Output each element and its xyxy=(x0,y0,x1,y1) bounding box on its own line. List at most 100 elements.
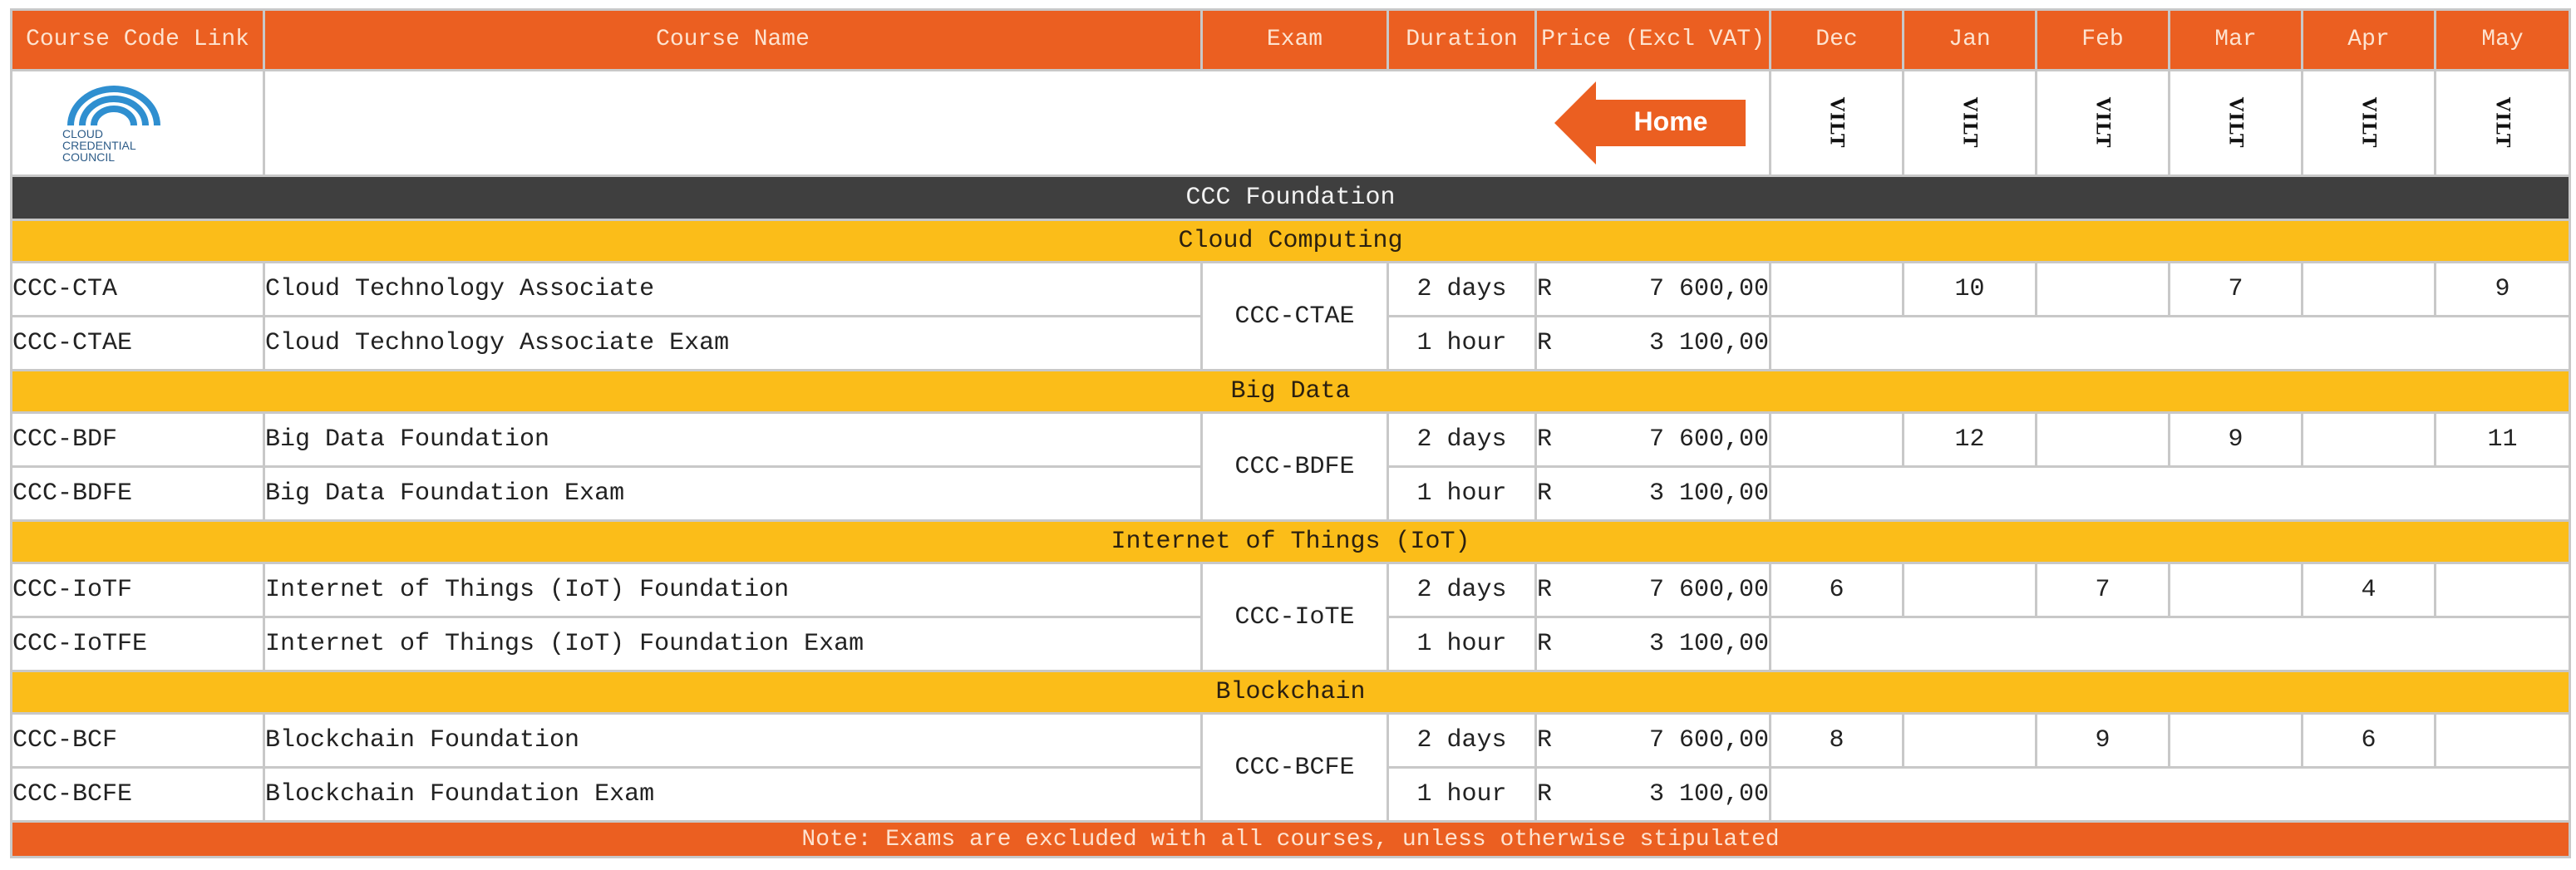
course-name: Cloud Technology Associate xyxy=(263,261,1203,317)
schedule-date xyxy=(1902,712,2037,769)
schedule-date: 7 xyxy=(2168,261,2303,317)
duration: 1 hour xyxy=(1387,766,1537,823)
duration: 1 hour xyxy=(1387,315,1537,371)
duration: 1 hour xyxy=(1387,465,1537,522)
exam-price: R 3 100,00 xyxy=(1534,616,1771,672)
cloud-credential-council-logo: CLOUD CREDENTIAL COUNCIL xyxy=(14,84,262,164)
empty-schedule-cell xyxy=(1769,315,2571,371)
footnote: Note: Exams are excluded with all course… xyxy=(10,820,2571,858)
home-button[interactable]: Home xyxy=(1554,81,1746,165)
currency-symbol: R xyxy=(1537,425,1553,454)
course-row: CCC-IoTF Internet of Things (IoT) Foundat… xyxy=(10,562,2571,672)
schedule-date: 4 xyxy=(2301,562,2436,618)
course-row: CCC-CTA Cloud Technology Associate CCC-CTA… xyxy=(10,261,2571,371)
price-amount: 7 600,00 xyxy=(1648,726,1769,754)
cloud-arc-logo-icon xyxy=(67,85,160,125)
col-header-month: Apr xyxy=(2301,8,2436,71)
section-row: CCC Foundation xyxy=(10,174,2571,221)
delivery-mode-cell: VILT xyxy=(2035,69,2170,177)
course-code-link: CCC-CTAE xyxy=(10,315,265,371)
vilt-label: VILT xyxy=(1958,97,1981,149)
col-header-exam: Exam xyxy=(1200,8,1389,71)
header-row: Course Code Link Course Name Exam Durati… xyxy=(10,8,2571,71)
schedule-date xyxy=(2301,411,2436,468)
schedule-date: 9 xyxy=(2434,261,2571,317)
schedule-date xyxy=(1769,411,1904,468)
exam-price: R 3 100,00 xyxy=(1534,465,1771,522)
category-title: Internet of Things (IoT) xyxy=(10,519,2571,564)
schedule-date: 11 xyxy=(2434,411,2571,468)
vilt-label: VILT xyxy=(2091,97,2114,149)
logo-text-line: CLOUD xyxy=(62,126,104,140)
duration: 2 days xyxy=(1387,411,1537,468)
logo-text-line: COUNCIL xyxy=(62,150,116,164)
note-row: Note: Exams are excluded with all course… xyxy=(10,820,2571,858)
course-code-link: CCC-IoTF xyxy=(10,562,265,618)
schedule-date xyxy=(2168,562,2303,618)
schedule-date: 7 xyxy=(2035,562,2170,618)
price-amount: 7 600,00 xyxy=(1648,576,1769,604)
course-code-link: CCC-BCF xyxy=(10,712,265,769)
category-title: Cloud Computing xyxy=(10,219,2571,263)
course-price: R 7 600,00 xyxy=(1534,562,1771,618)
vilt-label: VILT xyxy=(1825,97,1848,149)
schedule-date xyxy=(1769,261,1904,317)
col-header-price: Price (Excl VAT) xyxy=(1534,8,1771,71)
vilt-label: VILT xyxy=(2491,97,2514,149)
category-title: Big Data xyxy=(10,369,2571,414)
vilt-label: VILT xyxy=(2357,97,2380,149)
schedule-date: 8 xyxy=(1769,712,1904,769)
category-row: Internet of Things (IoT) xyxy=(10,519,2571,564)
col-header-duration: Duration xyxy=(1387,8,1537,71)
course-name: Internet of Things (IoT) Foundation xyxy=(263,562,1203,618)
price-amount: 7 600,00 xyxy=(1648,425,1769,454)
col-header-month: Jan xyxy=(1902,8,2037,71)
price-amount: 3 100,00 xyxy=(1648,479,1769,508)
duration: 2 days xyxy=(1387,562,1537,618)
currency-symbol: R xyxy=(1537,329,1553,357)
schedule-date xyxy=(1902,562,2037,618)
logo-text-line: CREDENTIAL xyxy=(62,138,136,152)
home-cell: Home xyxy=(263,69,1771,177)
category-row: Cloud Computing xyxy=(10,219,2571,263)
currency-symbol: R xyxy=(1537,780,1553,809)
course-name: Blockchain Foundation Exam xyxy=(263,766,1203,823)
schedule-date xyxy=(2168,712,2303,769)
delivery-mode-cell: VILT xyxy=(1902,69,2037,177)
schedule-date xyxy=(2434,562,2571,618)
category-row: Big Data xyxy=(10,369,2571,414)
schedule-date xyxy=(2434,712,2571,769)
duration: 1 hour xyxy=(1387,616,1537,672)
col-header-month: Mar xyxy=(2168,8,2303,71)
section-title: CCC Foundation xyxy=(10,174,2571,221)
home-button-label: Home xyxy=(1633,106,1708,136)
currency-symbol: R xyxy=(1537,275,1553,303)
course-name: Cloud Technology Associate Exam xyxy=(263,315,1203,371)
vilt-label: VILT xyxy=(2224,97,2247,149)
course-code-link: CCC-BDFE xyxy=(10,465,265,522)
course-name: Internet of Things (IoT) Foundation Exam xyxy=(263,616,1203,672)
category-row: Blockchain xyxy=(10,670,2571,715)
course-code-link: CCC-BDF xyxy=(10,411,265,468)
schedule-date: 9 xyxy=(2035,712,2170,769)
price-amount: 3 100,00 xyxy=(1648,630,1769,658)
course-row: CCC-BCF Blockchain Foundation CCC-BCFE 2 da… xyxy=(10,712,2571,823)
course-row: CCC-BDF Big Data Foundation CCC-BDFE 2 days… xyxy=(10,411,2571,522)
exam-code: CCC-BCFE xyxy=(1200,712,1389,823)
schedule-date: 6 xyxy=(1769,562,1904,618)
empty-schedule-cell xyxy=(1769,465,2571,522)
col-header-month: May xyxy=(2434,8,2571,71)
course-code-link: CCC-BCFE xyxy=(10,766,265,823)
price-amount: 7 600,00 xyxy=(1648,275,1769,303)
currency-symbol: R xyxy=(1537,630,1553,658)
exam-code: CCC-CTAE xyxy=(1200,261,1389,371)
currency-symbol: R xyxy=(1537,726,1553,754)
col-header-month: Dec xyxy=(1769,8,1904,71)
schedule-date xyxy=(2035,261,2170,317)
course-price: R 7 600,00 xyxy=(1534,712,1771,769)
schedule-date: 12 xyxy=(1902,411,2037,468)
price-amount: 3 100,00 xyxy=(1648,329,1769,357)
delivery-mode-cell: VILT xyxy=(2301,69,2436,177)
exam-code: CCC-BDFE xyxy=(1200,411,1389,522)
currency-symbol: R xyxy=(1537,479,1553,508)
